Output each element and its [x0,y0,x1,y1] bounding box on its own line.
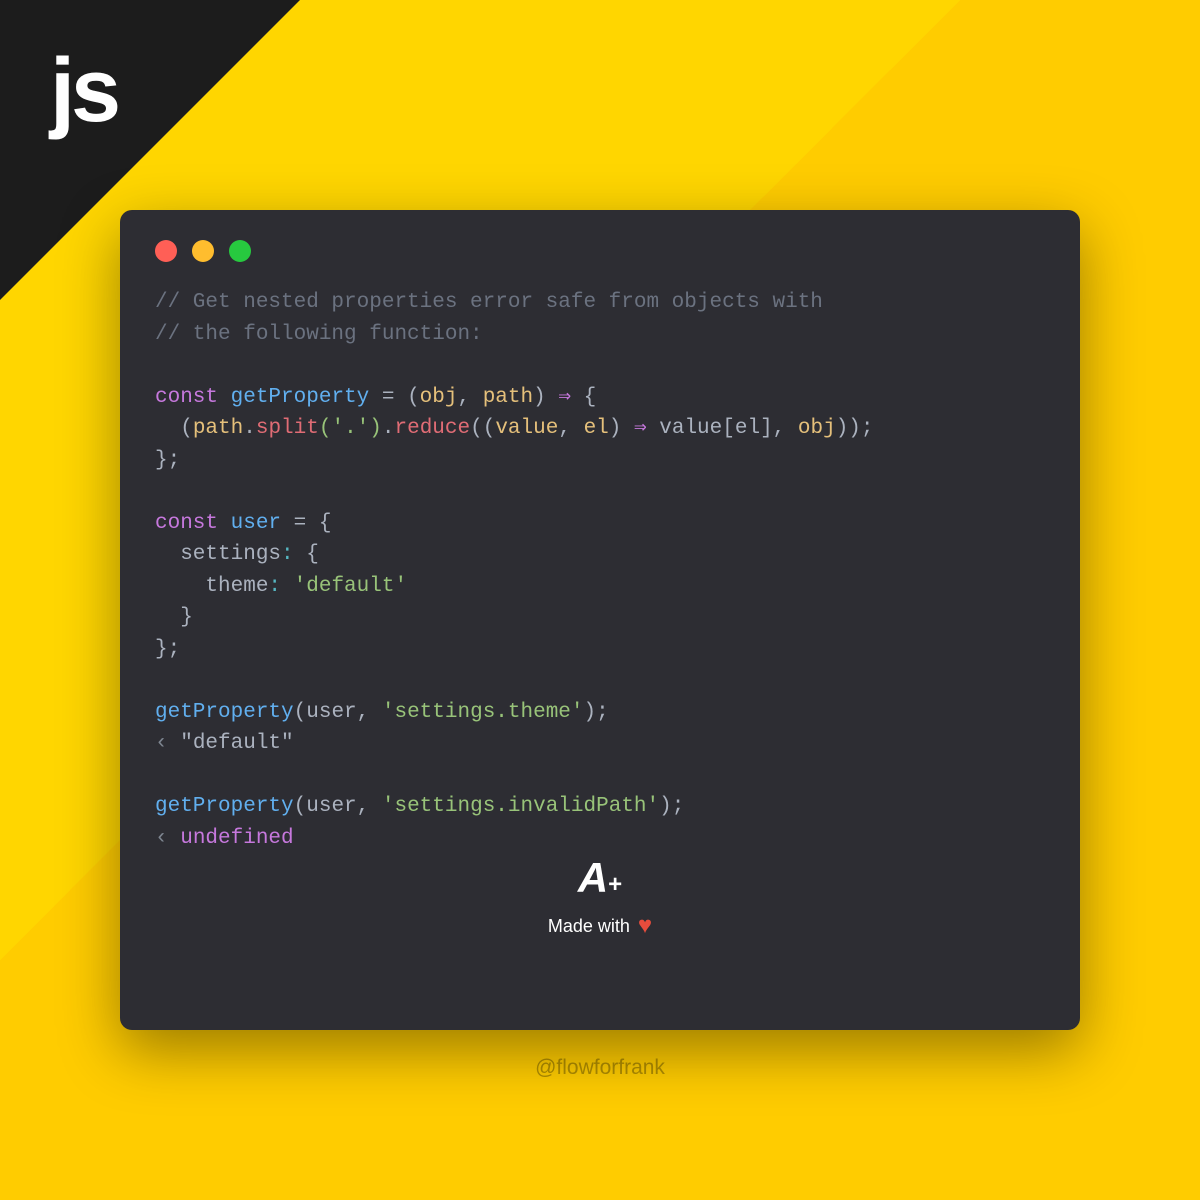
code-token: ) [533,386,546,409]
code-token: ( [294,701,307,724]
attribution: @flowforfrank [535,1056,665,1080]
comment-line: // Get nested properties error safe from… [155,291,823,314]
code-token: const [155,386,218,409]
code-token: theme [155,575,268,598]
code-token: , [773,417,798,440]
aplus-logo: A + [548,854,652,902]
code-token: value [495,417,558,440]
code-token: const [155,512,218,535]
code-token: ⇒ [621,417,659,440]
code-token: getProperty [155,795,294,818]
made-with-label: Made with [548,916,630,937]
code-token: user [218,512,281,535]
code-token: obj [420,386,458,409]
minimize-icon[interactable] [192,240,214,262]
code-token: ‹ [155,827,180,850]
code-token: )); [836,417,874,440]
logo-plus: + [608,871,622,899]
code-token: user [306,701,356,724]
code-block: // Get nested properties error safe from… [155,287,1045,854]
code-token: getProperty [231,386,370,409]
code-token: ⇒ [546,386,584,409]
code-token: (( [470,417,495,440]
window-controls [155,240,1045,262]
code-token: ) [609,417,622,440]
code-token: ('.') [319,417,382,440]
code-token: ( [294,795,307,818]
logo-a: A [578,854,606,902]
code-token: ); [584,701,609,724]
code-token: path [483,386,533,409]
code-token: { [584,386,597,409]
comment-line: // the following function: [155,323,483,346]
footer-logo: A + Made with ♥ [548,854,652,940]
code-token: }; [155,638,180,661]
code-token: el [584,417,609,440]
code-token: reduce [394,417,470,440]
code-window: // Get nested properties error safe from… [120,210,1080,1030]
code-token: , [357,795,382,818]
code-token: { [306,543,319,566]
code-token: undefined [180,827,293,850]
code-token: settings [155,543,281,566]
code-token: : [281,543,306,566]
code-token: obj [798,417,836,440]
code-token: ); [659,795,684,818]
code-token: 'default' [294,575,407,598]
made-with-text: Made with ♥ [548,912,652,940]
code-token: ( [155,417,193,440]
js-logo: js [50,40,117,143]
code-token: }; [155,449,180,472]
heart-icon: ♥ [638,912,652,940]
code-token: split [256,417,319,440]
code-token: } [155,606,193,629]
code-token: value[el] [659,417,772,440]
code-token: ( [407,386,420,409]
maximize-icon[interactable] [229,240,251,262]
code-token: 'settings.invalidPath' [382,795,659,818]
code-token: = [369,386,407,409]
code-token: path [193,417,243,440]
close-icon[interactable] [155,240,177,262]
code-token: 'settings.theme' [382,701,584,724]
code-token: getProperty [155,701,294,724]
code-token: user [306,795,356,818]
code-token: . [243,417,256,440]
code-token: , [558,417,583,440]
code-token: , [357,701,382,724]
code-token: = { [281,512,331,535]
code-token: ‹ [155,732,180,755]
code-token: . [382,417,395,440]
code-token: , [457,386,482,409]
code-token: "default" [180,732,293,755]
code-token: : [268,575,293,598]
